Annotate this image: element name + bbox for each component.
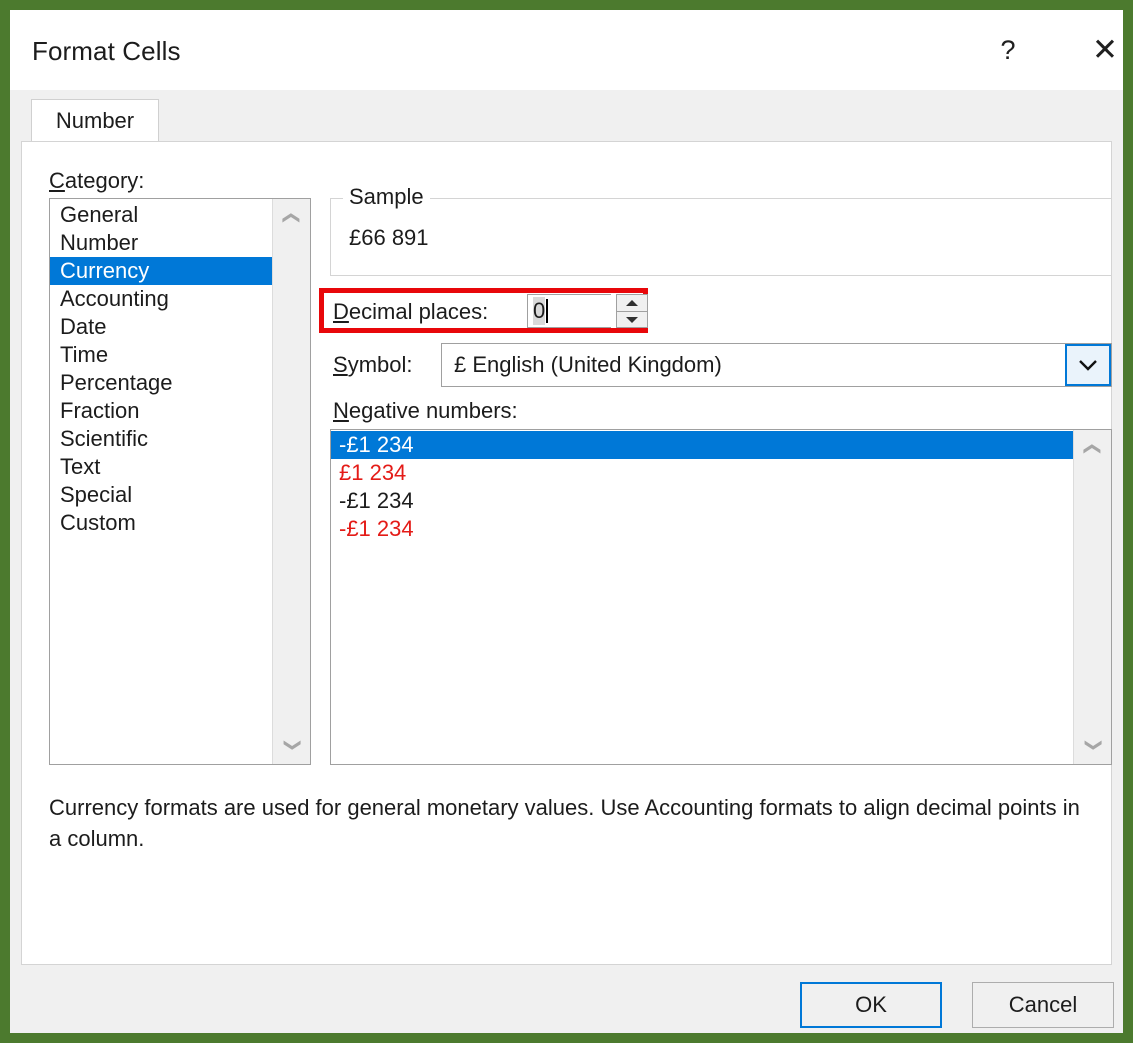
ok-button-label: OK — [855, 992, 887, 1017]
chevron-up-icon[interactable]: ❮ — [273, 200, 311, 237]
symbol-label: Symbol: — [333, 352, 413, 377]
ok-button[interactable]: OK — [800, 982, 942, 1028]
chevron-down-icon[interactable] — [1065, 344, 1111, 386]
category-label: Category: — [49, 168, 145, 193]
category-item-scientific[interactable]: Scientific — [50, 425, 272, 453]
spinner-down-arrow-icon[interactable] — [616, 311, 648, 328]
help-icon[interactable]: ? — [985, 28, 1031, 72]
tab-number[interactable]: Number — [31, 99, 159, 141]
negative-numbers-item-2[interactable]: -£1 234 — [331, 487, 1073, 515]
decimal-places-stepper[interactable] — [616, 294, 648, 328]
symbol-dropdown[interactable]: £ English (United Kingdom) — [441, 343, 1112, 387]
negative-numbers-label: Negative numbers: — [333, 398, 518, 423]
chevron-down-icon[interactable]: ❮ — [1074, 727, 1112, 764]
spinner-up-arrow-icon[interactable] — [616, 294, 648, 311]
sample-value: £66 891 — [349, 225, 429, 250]
number-tab-panel: Category: General Number Currency Accoun… — [21, 141, 1112, 965]
dialog-titlebar: Format Cells ? ✕ — [10, 10, 1123, 90]
negative-numbers-listbox[interactable]: -£1 234 £1 234 -£1 234 -£1 234 ❮ ❮ — [330, 429, 1112, 765]
sample-legend: Sample — [343, 184, 430, 210]
cancel-button[interactable]: Cancel — [972, 982, 1114, 1028]
text-caret — [546, 299, 549, 323]
close-icon[interactable]: ✕ — [1082, 28, 1128, 72]
decimal-places-label: Decimal places: — [333, 299, 489, 324]
symbol-selected-value: £ English (United Kingdom) — [454, 352, 722, 377]
cancel-button-label: Cancel — [1008, 992, 1078, 1017]
decimal-places-input[interactable]: 0 — [527, 294, 611, 328]
category-listbox[interactable]: General Number Currency Accounting Date … — [49, 198, 311, 765]
format-cells-dialog: Format Cells ? ✕ Number Category: Genera… — [10, 10, 1123, 1033]
category-item-date[interactable]: Date — [50, 313, 272, 341]
category-item-number[interactable]: Number — [50, 229, 272, 257]
category-scrollbar[interactable]: ❮ ❮ — [272, 199, 310, 764]
tab-number-label: Number — [55, 107, 135, 133]
dialog-title: Format Cells — [32, 36, 181, 66]
decimal-places-value: 0 — [533, 297, 546, 325]
category-list: General Number Currency Accounting Date … — [50, 199, 272, 537]
negative-numbers-item-1[interactable]: £1 234 — [331, 459, 1073, 487]
negative-numbers-item-0[interactable]: -£1 234 — [331, 431, 1073, 459]
chevron-down-icon[interactable]: ❮ — [273, 727, 311, 764]
chevron-up-icon[interactable]: ❮ — [1074, 431, 1112, 468]
negative-numbers-item-3[interactable]: -£1 234 — [331, 515, 1073, 543]
negative-numbers-label-rest: egative numbers: — [348, 398, 518, 423]
category-item-currency[interactable]: Currency — [50, 257, 272, 285]
negative-numbers-list: -£1 234 £1 234 -£1 234 -£1 234 — [331, 430, 1073, 543]
tab-strip: Number — [10, 90, 1123, 141]
negative-numbers-scrollbar[interactable]: ❮ ❮ — [1073, 430, 1111, 764]
category-item-special[interactable]: Special — [50, 481, 272, 509]
category-label-rest: ategory: — [64, 168, 145, 193]
category-item-fraction[interactable]: Fraction — [50, 397, 272, 425]
category-item-percentage[interactable]: Percentage — [50, 369, 272, 397]
sample-groupbox: Sample £66 891 — [330, 184, 1112, 276]
category-item-accounting[interactable]: Accounting — [50, 285, 272, 313]
category-item-time[interactable]: Time — [50, 341, 272, 369]
category-item-general[interactable]: General — [50, 201, 272, 229]
category-description: Currency formats are used for general mo… — [49, 795, 1080, 851]
decimal-places-label-rest: ecimal places: — [348, 299, 489, 324]
screenshot-root: Format Cells ? ✕ Number Category: Genera… — [0, 0, 1133, 1043]
symbol-label-rest: ymbol: — [347, 352, 413, 377]
category-item-custom[interactable]: Custom — [50, 509, 272, 537]
category-item-text[interactable]: Text — [50, 453, 272, 481]
